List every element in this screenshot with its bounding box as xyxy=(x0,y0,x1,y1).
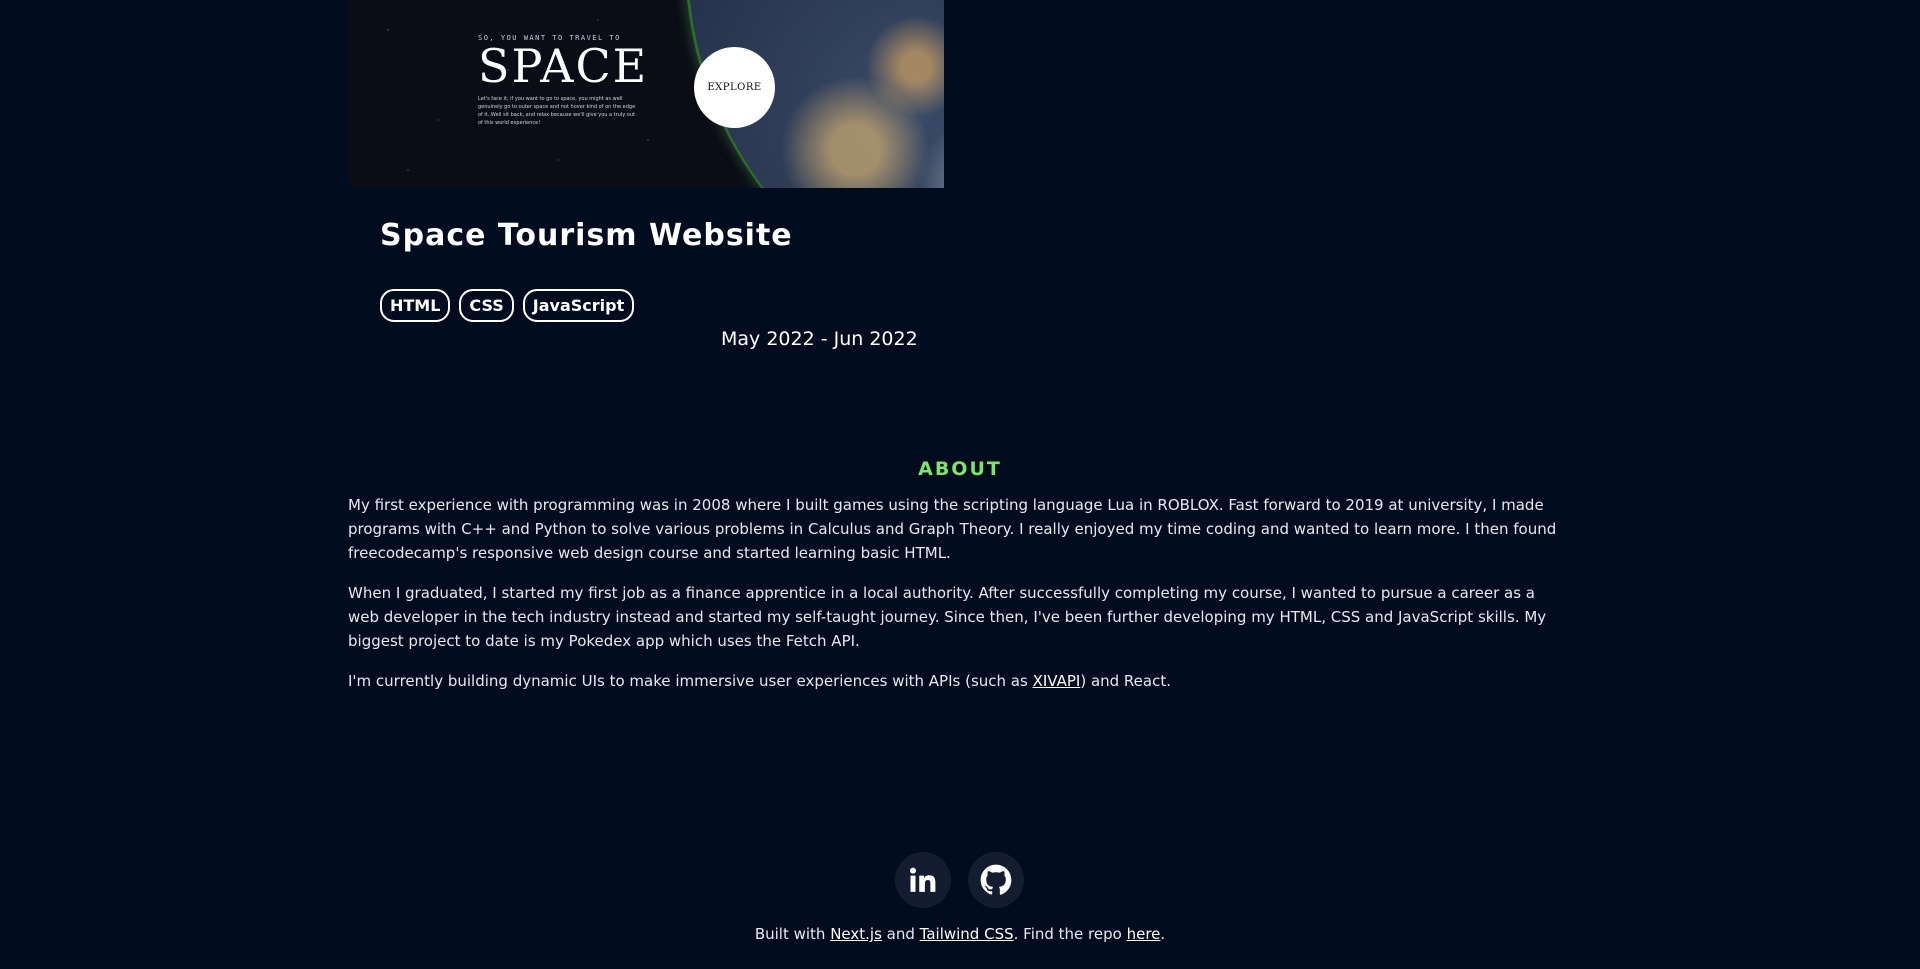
social-links xyxy=(895,852,1024,908)
footer: Built with Next.js and Tailwind CSS. Fin… xyxy=(0,925,1920,943)
about-paragraph-2: When I graduated, I started my first job… xyxy=(348,584,1547,650)
about-paragraph-3: I'm currently building dynamic UIs to ma… xyxy=(348,669,1558,693)
linkedin-button[interactable] xyxy=(895,852,951,908)
footer-and: and xyxy=(881,925,920,943)
footer-period: . xyxy=(1160,925,1166,943)
tech-tags: HTML CSS JavaScript xyxy=(380,289,635,322)
project-screenshot[interactable]: SO, YOU WANT TO TRAVEL TO SPACE Let's fa… xyxy=(348,0,944,188)
about-paragraph-3-end: ) and React. xyxy=(1080,672,1172,690)
repo-link[interactable]: here xyxy=(1127,925,1161,943)
tag-css: CSS xyxy=(459,289,514,322)
project-date-range: May 2022 - Jun 2022 xyxy=(721,328,918,350)
project-title[interactable]: Space Tourism Website xyxy=(380,218,793,253)
xivapi-link[interactable]: XIVAPI xyxy=(1033,672,1081,690)
screenshot-title: SPACE xyxy=(478,39,649,93)
screenshot-explore-button: EXPLORE xyxy=(694,47,775,128)
github-button[interactable] xyxy=(968,852,1024,908)
github-icon xyxy=(980,864,1012,895)
screenshot-text: Let's face it; if you want to go to spac… xyxy=(478,96,636,126)
footer-built-with: Built with xyxy=(754,925,831,943)
tag-html: HTML xyxy=(380,289,451,322)
portfolio-page: SO, YOU WANT TO TRAVEL TO SPACE Let's fa… xyxy=(0,0,1920,969)
footer-find-repo: . Find the repo xyxy=(1013,925,1127,943)
about-section: My first experience with programming was… xyxy=(348,493,1558,709)
about-paragraph-3-start: I'm currently building dynamic UIs to ma… xyxy=(348,672,1033,690)
linkedin-icon xyxy=(910,867,936,892)
about-heading: ABOUT xyxy=(918,458,1002,480)
about-paragraph-1: My first experience with programming was… xyxy=(348,496,1557,562)
nextjs-link[interactable]: Next.js xyxy=(830,925,882,943)
tailwind-link[interactable]: Tailwind CSS xyxy=(920,925,1014,943)
tag-javascript: JavaScript xyxy=(522,289,635,322)
